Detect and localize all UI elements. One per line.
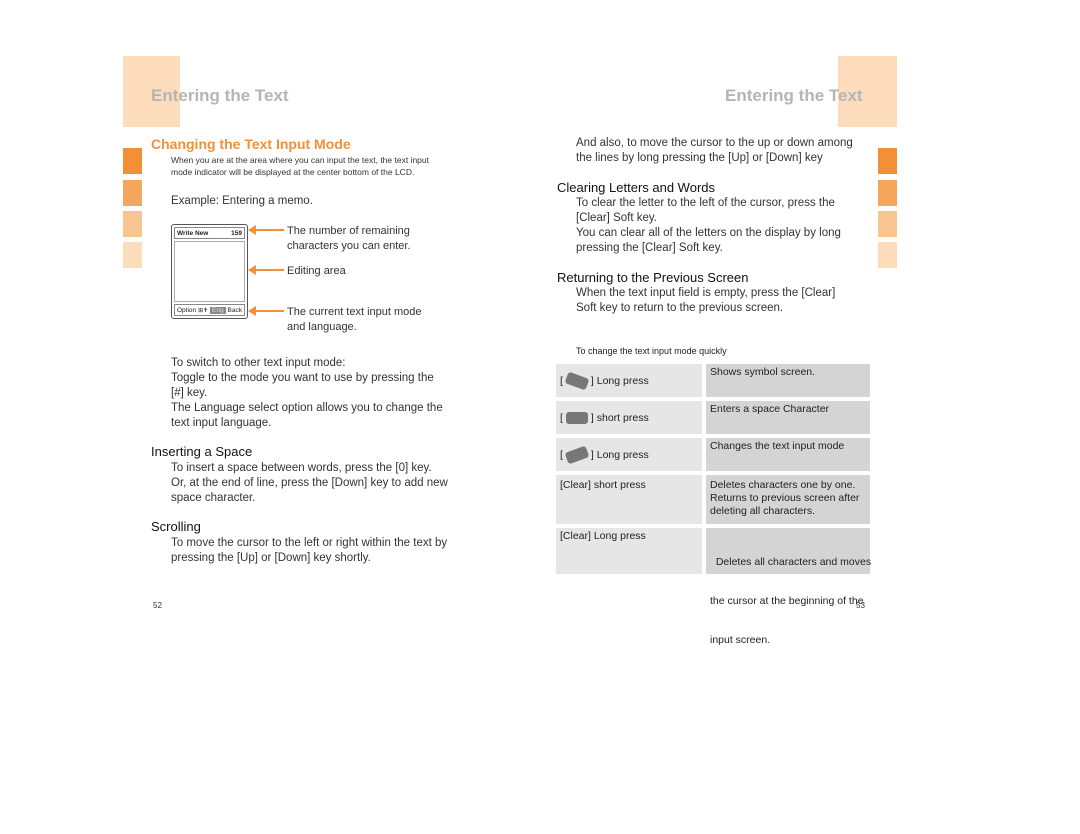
clearing-text: To clear the letter to the left of the c… xyxy=(576,196,841,256)
arrow-left-icon xyxy=(248,306,284,316)
callout-line: The number of remaining xyxy=(287,225,410,237)
table-row: [] Long press Changes the text input mod… xyxy=(556,438,870,471)
table-cell-result: Deletes characters one by one. Returns t… xyxy=(706,475,870,524)
text-line: To clear the letter to the left of the c… xyxy=(576,197,835,209)
table-cell-result: Enters a space Character xyxy=(706,401,870,434)
heading-clearing: Clearing Letters and Words xyxy=(557,180,716,195)
example-label: Example: Entering a memo. xyxy=(171,195,313,207)
text-line: When the text input field is empty, pres… xyxy=(576,287,836,299)
text-line: [Clear] Soft key. xyxy=(576,212,657,224)
page-title-right: Entering the Text xyxy=(725,86,863,105)
callout-line: and language. xyxy=(287,321,357,333)
callout-remaining: The number of remaining characters you c… xyxy=(287,224,411,254)
phone-header-label: Write New xyxy=(177,229,209,237)
result-line: Deletes all characters and moves xyxy=(710,556,872,568)
hash-key-icon xyxy=(564,445,590,464)
switch-mode-text: To switch to other text input mode: Togg… xyxy=(171,356,443,431)
result-line: deleting all characters. xyxy=(710,505,816,517)
intro-text: When you are at the area where you can i… xyxy=(171,154,429,178)
table-cell-key: [Clear] Long press xyxy=(556,528,702,574)
text-line: Or, at the end of line, press the [Down]… xyxy=(171,477,448,489)
side-tab-4 xyxy=(123,242,142,268)
callout-line: characters you can enter. xyxy=(287,240,411,252)
returning-text: When the text input field is empty, pres… xyxy=(576,286,835,316)
mode-indicator: Eng xyxy=(210,306,226,314)
side-tab-2 xyxy=(123,180,142,206)
side-tab-3 xyxy=(878,211,897,237)
heading-returning: Returning to the Previous Screen xyxy=(557,270,749,285)
table-cell-result: Deletes all characters and moves the cur… xyxy=(706,528,872,646)
table-row: [] short press Enters a space Character xyxy=(556,401,870,434)
page-number-right: 53 xyxy=(856,601,865,610)
star-key-icon xyxy=(564,371,590,390)
text-line: You can clear all of the letters on the … xyxy=(576,227,841,239)
softkey-back: Back xyxy=(227,306,242,314)
side-tab-3 xyxy=(123,211,142,237)
phone-header-bar: Write New 159 xyxy=(174,227,245,239)
intro-line: When you are at the area where you can i… xyxy=(171,155,429,165)
action-label: [Clear] Long press xyxy=(560,530,646,542)
side-tab-1 xyxy=(878,148,897,174)
table-row: [Clear] Long press Deletes all character… xyxy=(556,528,872,646)
table-cell-key: [] short press xyxy=(556,401,702,434)
phone-editing-area xyxy=(174,241,245,302)
text-line: [#] key. xyxy=(171,387,208,399)
table-cell-key: [] Long press xyxy=(556,438,702,471)
section-title: Changing the Text Input Mode xyxy=(151,136,351,152)
page-title-left: Entering the Text xyxy=(151,86,289,105)
result-line: Deletes characters one by one. xyxy=(710,479,856,491)
side-tab-4 xyxy=(878,242,897,268)
side-tab-2 xyxy=(878,180,897,206)
phone-screen-illustration: Write New 159 Option ⊞✝ Eng Back xyxy=(171,224,248,319)
text-line: text input language. xyxy=(171,417,272,429)
heading-inserting-space: Inserting a Space xyxy=(151,444,253,459)
text-line: And also, to move the cursor to the up o… xyxy=(576,137,853,149)
table-cell-key: [] Long press xyxy=(556,364,702,397)
table-row: [Clear] short press Deletes characters o… xyxy=(556,475,870,524)
callout-editing: Editing area xyxy=(287,265,346,277)
arrow-left-icon xyxy=(248,225,284,235)
arrow-left-icon xyxy=(248,265,284,275)
text-line: pressing the [Up] or [Down] key shortly. xyxy=(171,552,371,564)
softkey-option: Option xyxy=(177,306,197,314)
text-line: The Language select option allows you to… xyxy=(171,402,443,414)
zero-key-icon xyxy=(565,411,588,424)
side-tab-1 xyxy=(123,148,142,174)
result-line: the cursor at the beginning of the xyxy=(710,595,864,607)
page-number-left: 52 xyxy=(153,601,162,610)
result-line: Shows symbol screen. xyxy=(710,366,816,378)
scrolling-text: To move the cursor to the left or right … xyxy=(171,536,447,566)
action-label: ] Long press xyxy=(590,374,649,387)
action-label: [Clear] short press xyxy=(560,479,646,491)
phone-softkey-bar: Option ⊞✝ Eng Back xyxy=(174,304,245,316)
action-label: ] short press xyxy=(590,411,649,424)
text-line: the lines by long pressing the [Up] or [… xyxy=(576,152,823,164)
action-label: ] Long press xyxy=(590,448,649,461)
intro-line: mode indicator will be displayed at the … xyxy=(171,167,415,177)
table-cell-result: Shows symbol screen. xyxy=(706,364,870,397)
table-row: [] Long press Shows symbol screen. xyxy=(556,364,870,397)
text-line: space character. xyxy=(171,492,256,504)
callout-mode: The current text input mode and language… xyxy=(287,305,422,335)
table-cell-result: Changes the text input mode xyxy=(706,438,870,471)
text-line: To move the cursor to the left or right … xyxy=(171,537,448,549)
result-line: Returns to previous screen after xyxy=(710,492,860,504)
text-line: To switch to other text input mode: xyxy=(171,357,346,369)
result-line: Changes the text input mode xyxy=(710,440,845,452)
table-cell-key: [Clear] short press xyxy=(556,475,702,524)
text-line: Toggle to the mode you want to use by pr… xyxy=(171,372,434,384)
result-line: input screen. xyxy=(710,634,771,646)
text-line: pressing the [Clear] Soft key. xyxy=(576,242,723,254)
inserting-space-text: To insert a space between words, press t… xyxy=(171,461,448,506)
table-caption: To change the text input mode quickly xyxy=(576,346,727,356)
text-line: Soft key to return to the previous scree… xyxy=(576,302,784,314)
phone-char-count: 159 xyxy=(231,229,242,237)
mode-indicator-icons: ⊞✝ xyxy=(198,307,209,314)
intro-text-right: And also, to move the cursor to the up o… xyxy=(576,136,853,166)
callout-line: The current text input mode xyxy=(287,306,422,318)
result-line: Enters a space Character xyxy=(710,403,830,415)
quick-mode-table: [] Long press Shows symbol screen. [] sh… xyxy=(556,364,872,646)
text-line: To insert a space between words, press t… xyxy=(171,462,432,474)
heading-scrolling: Scrolling xyxy=(151,519,201,534)
